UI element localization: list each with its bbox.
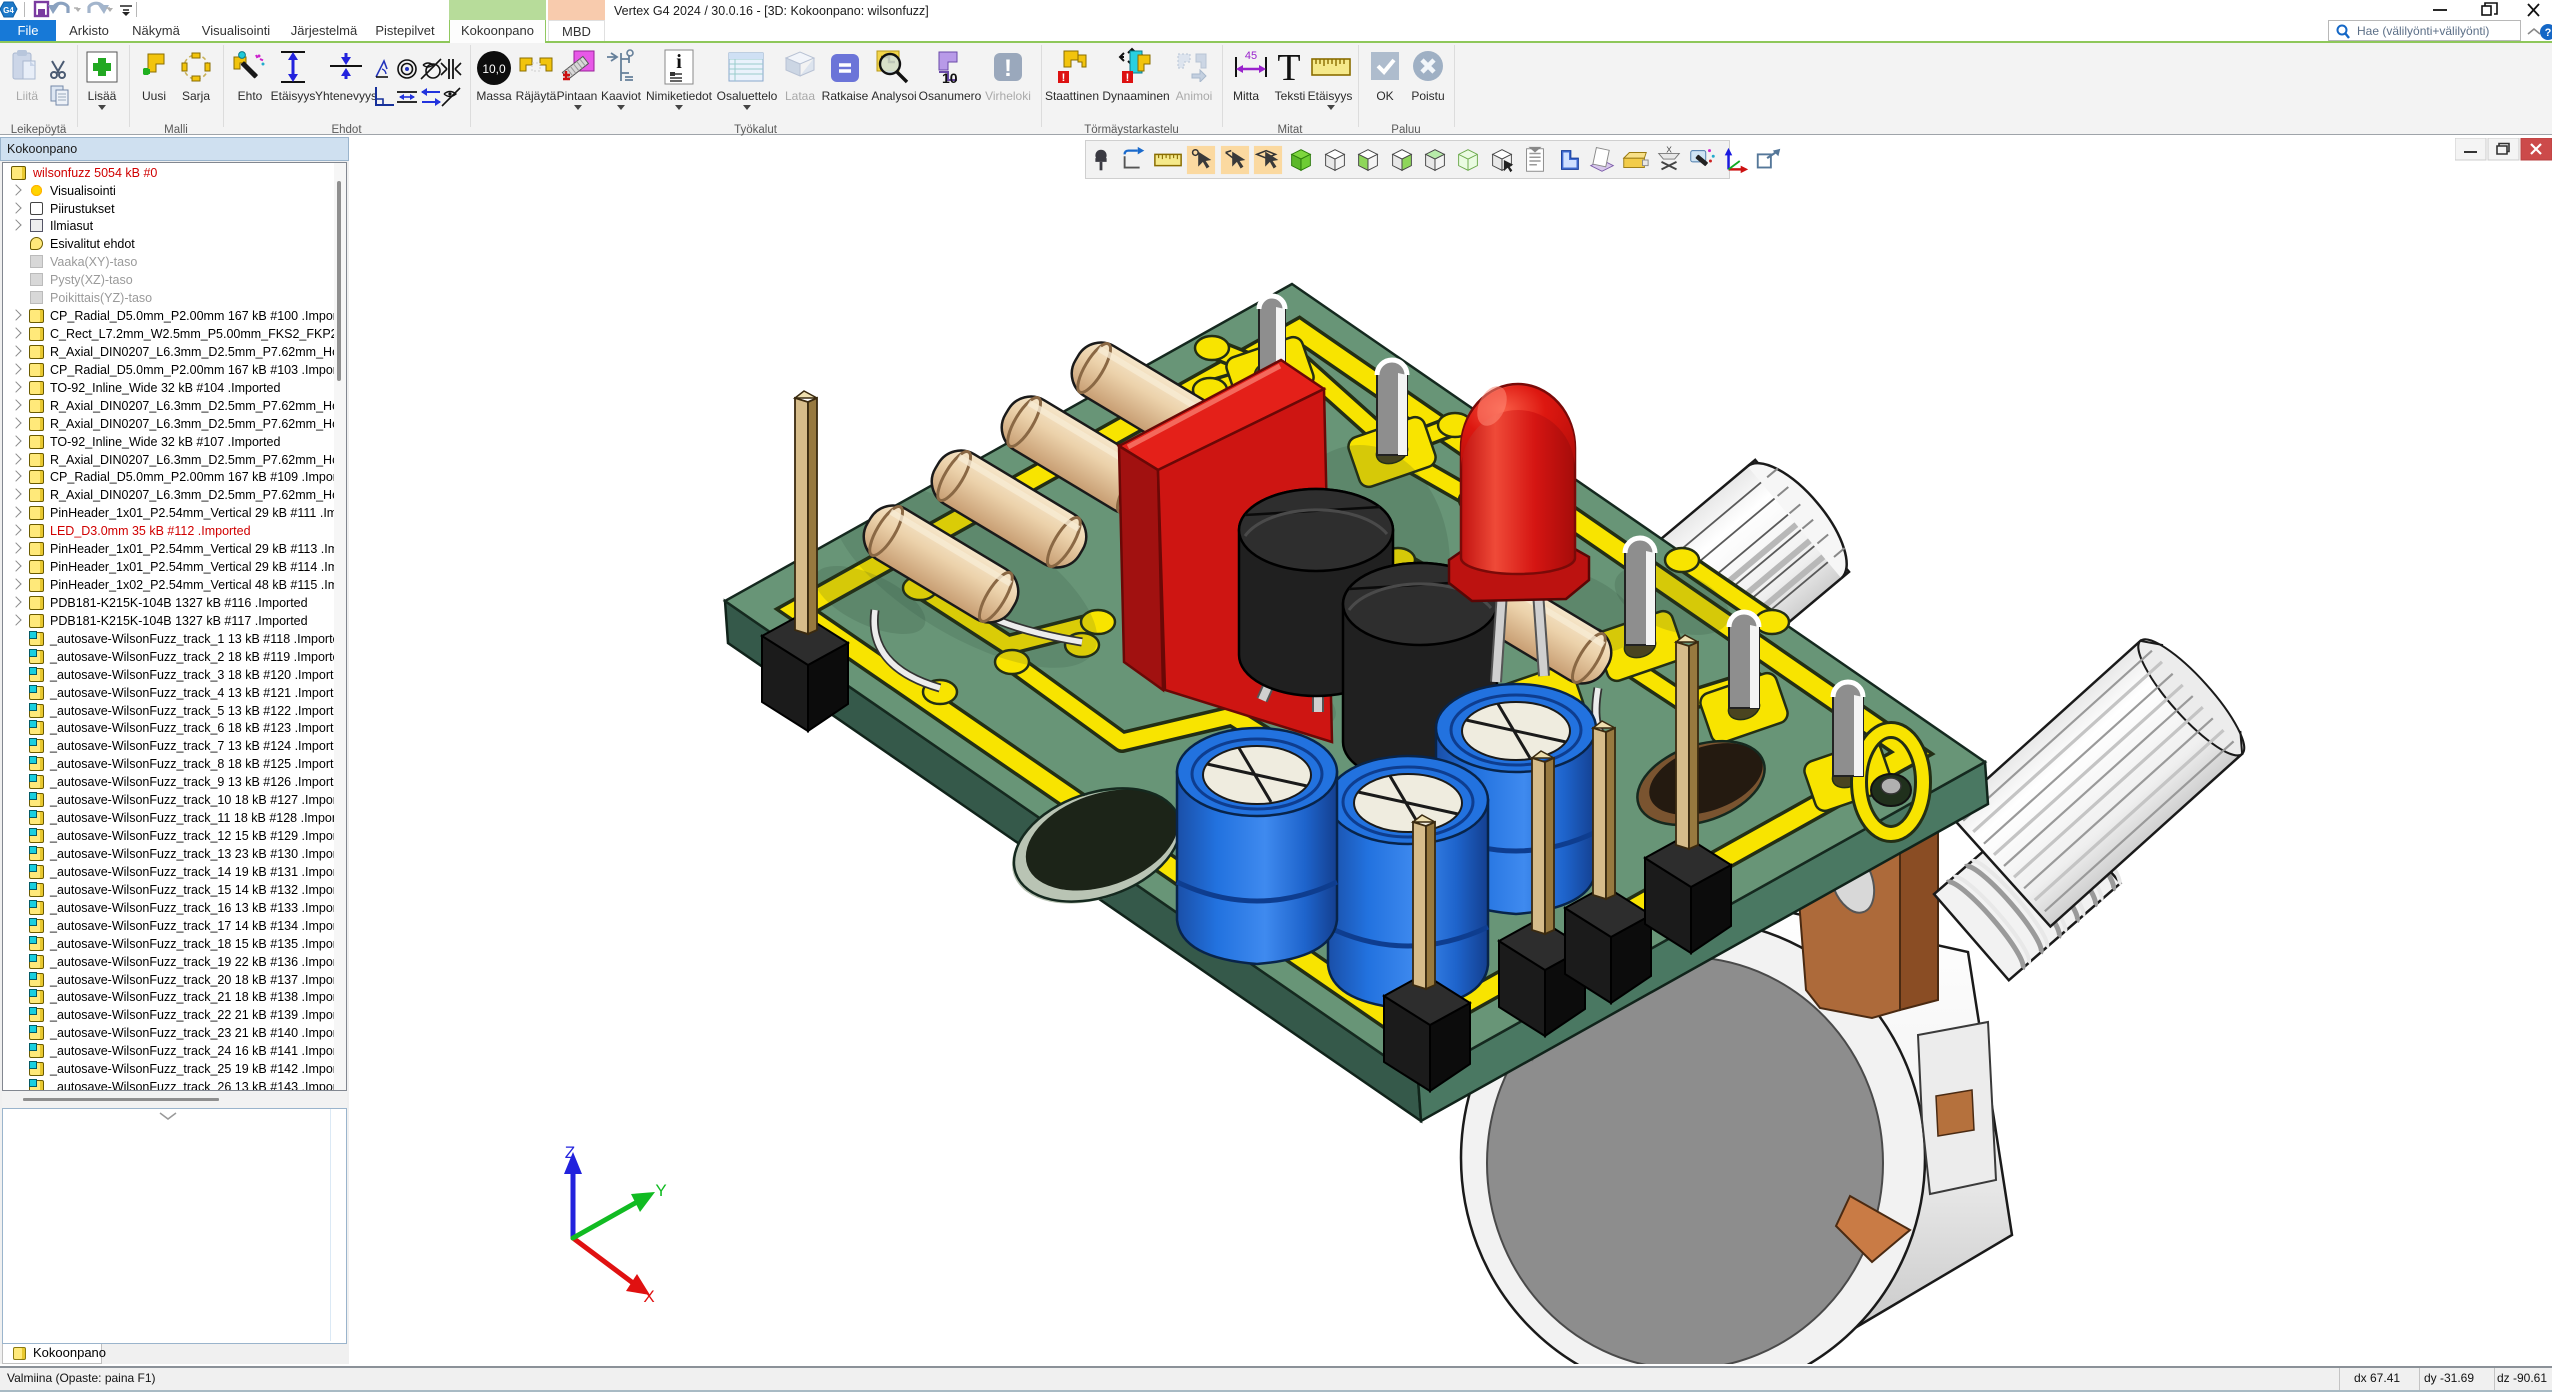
svg-text:!: ! (1062, 72, 1066, 84)
svg-text:Y: Y (655, 1181, 666, 1200)
svg-text:?: ? (2545, 27, 2552, 39)
svg-text:10,0: 10,0 (482, 62, 506, 76)
svg-text:!: ! (1004, 55, 1012, 82)
svg-text:Z: Z (565, 1143, 575, 1162)
svg-text:X: X (1666, 145, 1672, 155)
svg-text:G4: G4 (3, 6, 14, 15)
svg-text:10: 10 (942, 70, 958, 86)
svg-text:X: X (643, 1287, 654, 1306)
svg-text:45: 45 (1245, 50, 1257, 62)
svg-text:!: ! (1126, 72, 1130, 84)
svg-text:i: i (676, 51, 682, 73)
svg-text:T: T (1277, 50, 1300, 86)
